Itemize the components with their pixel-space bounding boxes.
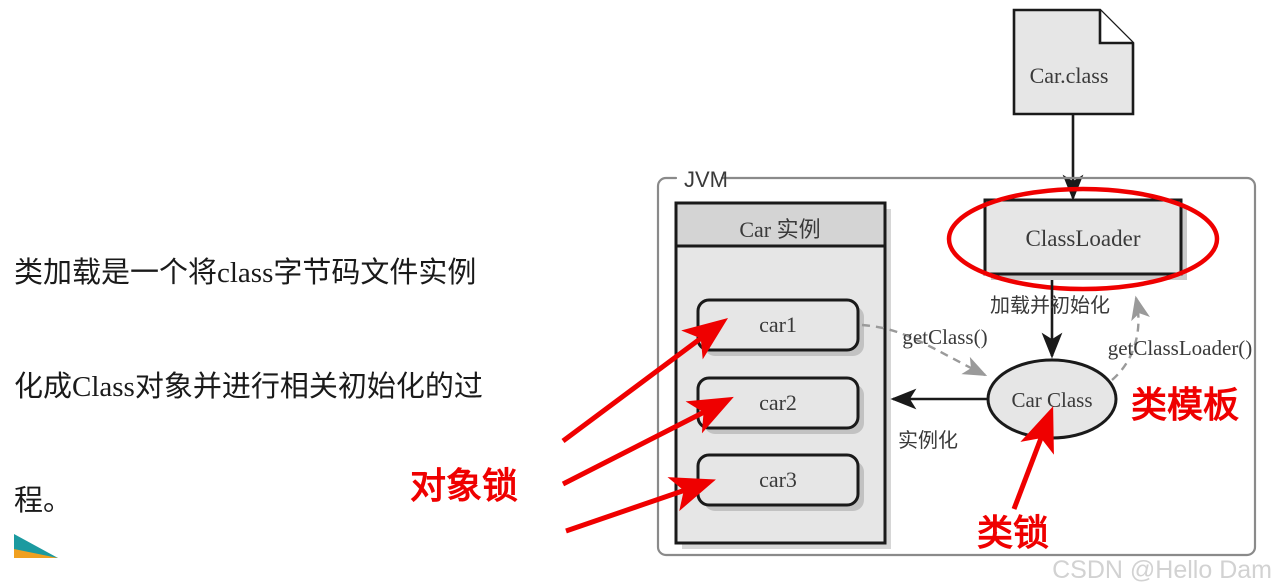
edge-label-get-class: getClass() [902, 325, 987, 349]
instance-label-car2: car2 [759, 390, 797, 415]
edge-label-get-classloader: getClassLoader() [1108, 336, 1253, 360]
jvm-label: JVM [684, 167, 728, 192]
annotation-label-object-lock: 对象锁 [410, 466, 518, 506]
classloader-label: ClassLoader [1026, 226, 1141, 251]
watermark-text: CSDN @Hello Dam [1052, 556, 1272, 584]
edge-label-load-init: 加载并初始化 [990, 294, 1110, 317]
car-class-label: Car Class [1011, 388, 1092, 412]
annotation-label-class-template: 类模板 [1131, 385, 1239, 425]
corner-logo-icon [14, 534, 58, 558]
slide-canvas: 类加载是一个将class字节码文件实例 化成Class对象并进行相关初始化的过 … [0, 0, 1280, 587]
edge-label-instantiate: 实例化 [898, 429, 958, 452]
car-class-file-label: Car.class [1030, 63, 1109, 88]
class-loading-diagram: Car.class JVM Car 实例 car1 car2 car3 Clas… [14, 8, 1272, 584]
car-instance-group: Car 实例 car1 car2 car3 [674, 201, 891, 549]
instance-node-car1: car1 [696, 298, 864, 356]
instance-node-car3: car3 [696, 453, 864, 511]
annotation-arrow-car-class [1011, 406, 1054, 510]
instance-node-car2: car2 [696, 376, 864, 434]
classloader-node: ClassLoader [983, 198, 1187, 280]
annotation-label-class-lock: 类锁 [977, 513, 1049, 553]
instance-label-car3: car3 [759, 467, 797, 492]
car-class-file-node: Car.class [1012, 8, 1135, 116]
car-instance-group-header: Car 实例 [739, 217, 820, 242]
car-class-node: Car Class [986, 358, 1118, 440]
instance-label-car1: car1 [759, 312, 797, 337]
